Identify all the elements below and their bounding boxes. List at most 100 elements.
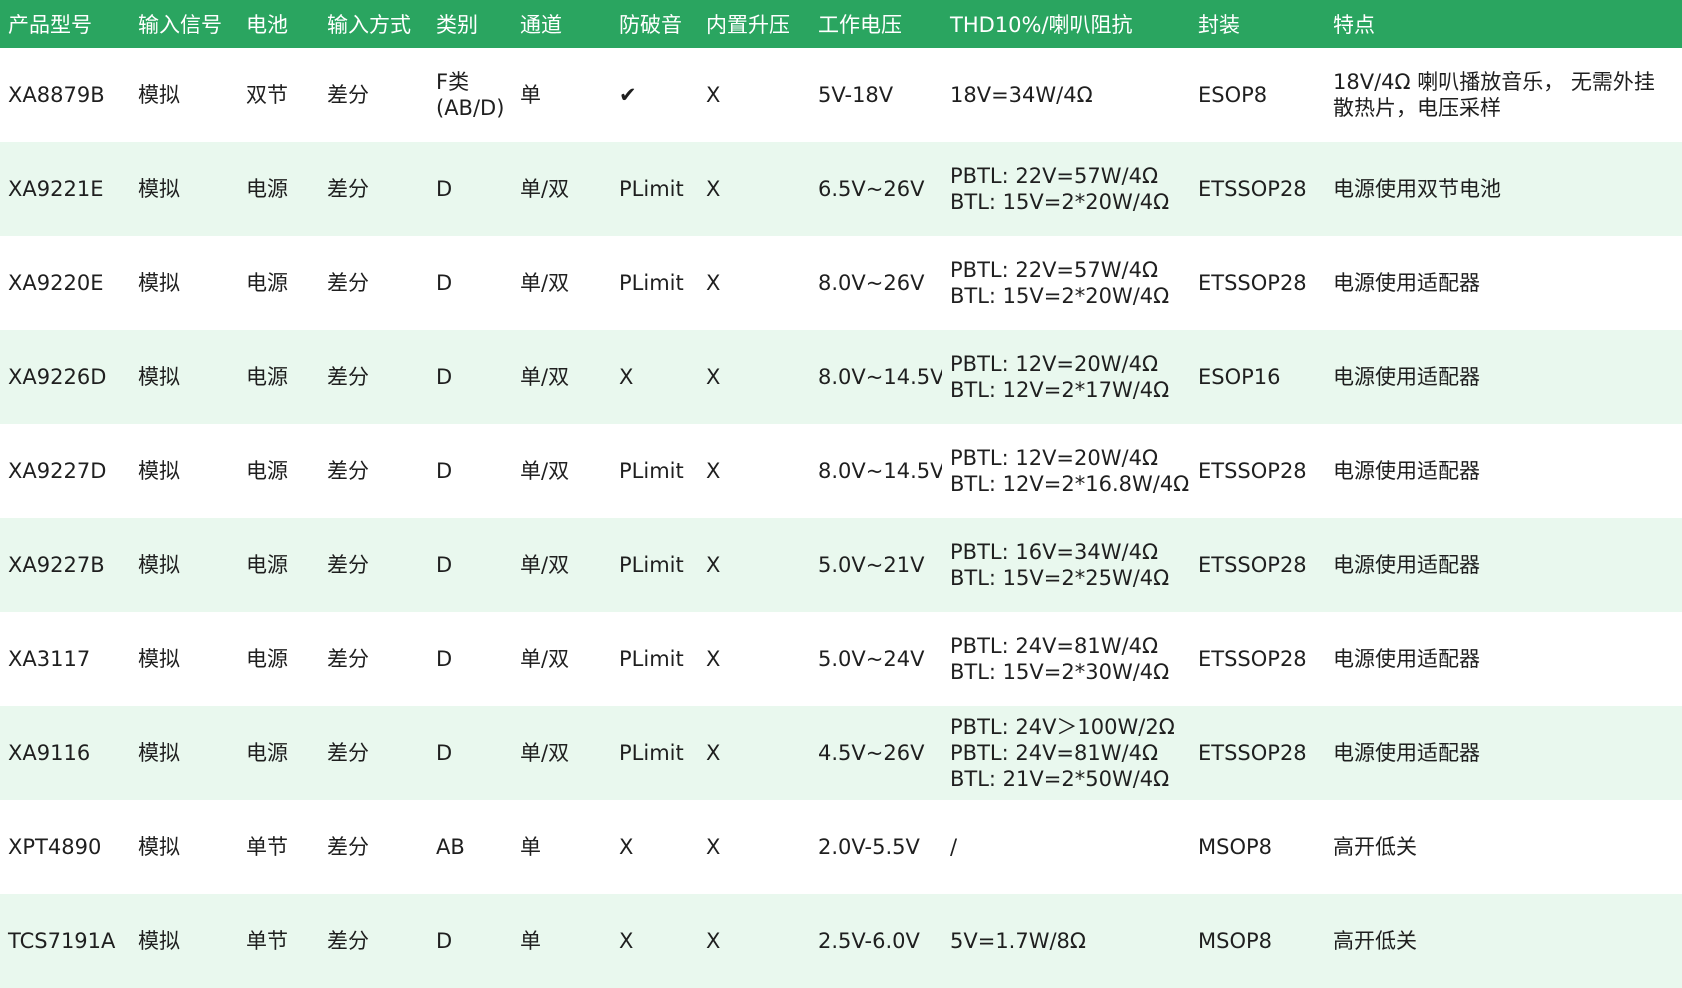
cell-channel: 单/双: [520, 271, 570, 295]
cell-anti-clip: ✔: [619, 83, 637, 107]
cell-thd-line: PBTL: 24V=81W/4Ω: [950, 634, 1159, 658]
cell-feature-line: 电源使用双节电池: [1333, 177, 1501, 201]
cell-model: TCS7191A: [8, 929, 116, 953]
cell-voltage: 8.0V~26V: [818, 271, 925, 295]
cell-model: XA9227D: [8, 459, 107, 483]
table-row: XA9226D 模拟 电源 差分 D 单/双 X X 8.0V~14.5V PBTL: 12V=2…: [0, 330, 1682, 424]
cell-anti-clip: PLimit: [619, 459, 684, 483]
cell-anti-clip: X: [619, 929, 634, 953]
cell-input-mode: 差分: [327, 929, 369, 953]
cell-class: D: [428, 894, 512, 988]
cell-boost: X: [706, 553, 721, 577]
cell-thd-line: BTL: 12V=2*17W/4Ω: [950, 378, 1170, 402]
cell-input-signal: 模拟: [138, 271, 180, 295]
cell-channel: 单/双: [520, 177, 570, 201]
cell-boost: X: [706, 459, 721, 483]
header-feature: 特点: [1333, 13, 1375, 37]
cell-input-mode: 差分: [327, 835, 369, 859]
cell-input-mode: 差分: [327, 647, 369, 671]
cell-thd-line: PBTL: 16V=34W/4Ω: [950, 540, 1159, 564]
cell-input-mode: 差分: [327, 271, 369, 295]
cell-package: MSOP8: [1198, 929, 1273, 953]
cell-model: XA9226D: [8, 365, 107, 389]
cell-thd-line: BTL: 15V=2*20W/4Ω: [950, 190, 1170, 214]
cell-input-signal: 模拟: [138, 929, 180, 953]
cell-package: ESOP8: [1198, 83, 1268, 107]
cell-package: ETSSOP28: [1198, 459, 1307, 483]
cell-class-line: D: [436, 647, 453, 671]
cell-voltage: 6.5V~26V: [818, 177, 925, 201]
header-voltage: 工作电压: [818, 13, 902, 37]
cell-thd-line: BTL: 15V=2*25W/4Ω: [950, 566, 1170, 590]
cell-feature: 电源使用适配器: [1325, 612, 1682, 706]
table-row: XA9220E 模拟 电源 差分 D 单/双 PLimit X 8.0V~26V PBTL: 22…: [0, 236, 1682, 330]
cell-boost: X: [706, 365, 721, 389]
header-anti-clip: 防破音: [619, 13, 682, 37]
header-model: 产品型号: [8, 13, 92, 37]
cell-thd-line: PBTL: 12V=20W/4Ω: [950, 352, 1159, 376]
cell-input-mode: 差分: [327, 553, 369, 577]
cell-anti-clip: PLimit: [619, 647, 684, 671]
cell-input-signal: 模拟: [138, 835, 180, 859]
cell-thd: /: [942, 800, 1190, 894]
cell-input-signal: 模拟: [138, 741, 180, 765]
cell-input-signal: 模拟: [138, 177, 180, 201]
cell-thd-line: PBTL: 22V=57W/4Ω: [950, 164, 1159, 188]
cell-thd: PBTL: 24V＞100W/2Ω PBTL: 24V=81W/4Ω BTL: 21…: [942, 706, 1190, 800]
cell-thd-line: PBTL: 12V=20W/4Ω: [950, 446, 1159, 470]
cell-package: MSOP8: [1198, 835, 1273, 859]
cell-battery: 电源: [246, 271, 288, 295]
cell-class-line: D: [436, 177, 453, 201]
table-row: TCS7191A 模拟 单节 差分 D 单 X X 2.5V-6.0V 5V=1.7W/8Ω MSO…: [0, 894, 1682, 988]
cell-feature: 18V/4Ω 喇叭播放音乐， 无需外挂 散热片，电压采样: [1325, 48, 1682, 142]
cell-anti-clip: PLimit: [619, 271, 684, 295]
header-input-signal: 输入信号: [138, 13, 222, 37]
cell-class-line: AB: [436, 835, 465, 859]
cell-input-signal: 模拟: [138, 647, 180, 671]
cell-channel: 单/双: [520, 741, 570, 765]
cell-anti-clip: PLimit: [619, 741, 684, 765]
cell-voltage: 4.5V~26V: [818, 741, 925, 765]
cell-class: D: [428, 612, 512, 706]
cell-feature: 电源使用适配器: [1325, 330, 1682, 424]
cell-channel: 单/双: [520, 459, 570, 483]
cell-class-line: F类: [436, 70, 470, 94]
cell-thd-line: BTL: 15V=2*30W/4Ω: [950, 660, 1170, 684]
header-input-mode: 输入方式: [327, 13, 411, 37]
cell-class: D: [428, 706, 512, 800]
cell-feature: 电源使用适配器: [1325, 518, 1682, 612]
cell-feature-line: 电源使用适配器: [1333, 365, 1480, 389]
cell-boost: X: [706, 271, 721, 295]
spec-table: 产品型号 输入信号 电池 输入方式 类别 通道 防破音 内置升压 工作电压 TH…: [0, 0, 1682, 988]
cell-feature: 高开低关: [1325, 894, 1682, 988]
cell-channel: 单: [520, 835, 541, 859]
cell-boost: X: [706, 177, 721, 201]
cell-package: ESOP16: [1198, 365, 1281, 389]
header-battery: 电池: [246, 13, 288, 37]
header-channel: 通道: [520, 13, 562, 37]
cell-anti-clip: PLimit: [619, 553, 684, 577]
cell-channel: 单/双: [520, 553, 570, 577]
cell-voltage: 8.0V~14.5V: [818, 365, 942, 389]
cell-boost: X: [706, 741, 721, 765]
cell-boost: X: [706, 83, 721, 107]
cell-class-line: D: [436, 271, 453, 295]
cell-channel: 单: [520, 929, 541, 953]
cell-thd: 18V=34W/4Ω: [942, 48, 1190, 142]
cell-class: D: [428, 236, 512, 330]
cell-thd-line: BTL: 15V=2*20W/4Ω: [950, 284, 1170, 308]
cell-battery: 单节: [246, 835, 288, 859]
cell-feature-line: 电源使用适配器: [1333, 459, 1480, 483]
cell-feature: 电源使用双节电池: [1325, 142, 1682, 236]
table-row: XA9221E 模拟 电源 差分 D 单/双 PLimit X 6.5V~26V PBTL: 22…: [0, 142, 1682, 236]
cell-model: XA9220E: [8, 271, 104, 295]
cell-class-line: D: [436, 459, 453, 483]
cell-input-signal: 模拟: [138, 553, 180, 577]
cell-anti-clip: X: [619, 365, 634, 389]
cell-voltage: 8.0V~14.5V: [818, 459, 942, 483]
cell-feature-line: 电源使用适配器: [1333, 553, 1480, 577]
header-thd: THD10%/喇叭阻抗: [950, 13, 1133, 37]
cell-input-signal: 模拟: [138, 83, 180, 107]
cell-feature: 高开低关: [1325, 800, 1682, 894]
cell-thd: PBTL: 24V=81W/4Ω BTL: 15V=2*30W/4Ω: [942, 612, 1190, 706]
